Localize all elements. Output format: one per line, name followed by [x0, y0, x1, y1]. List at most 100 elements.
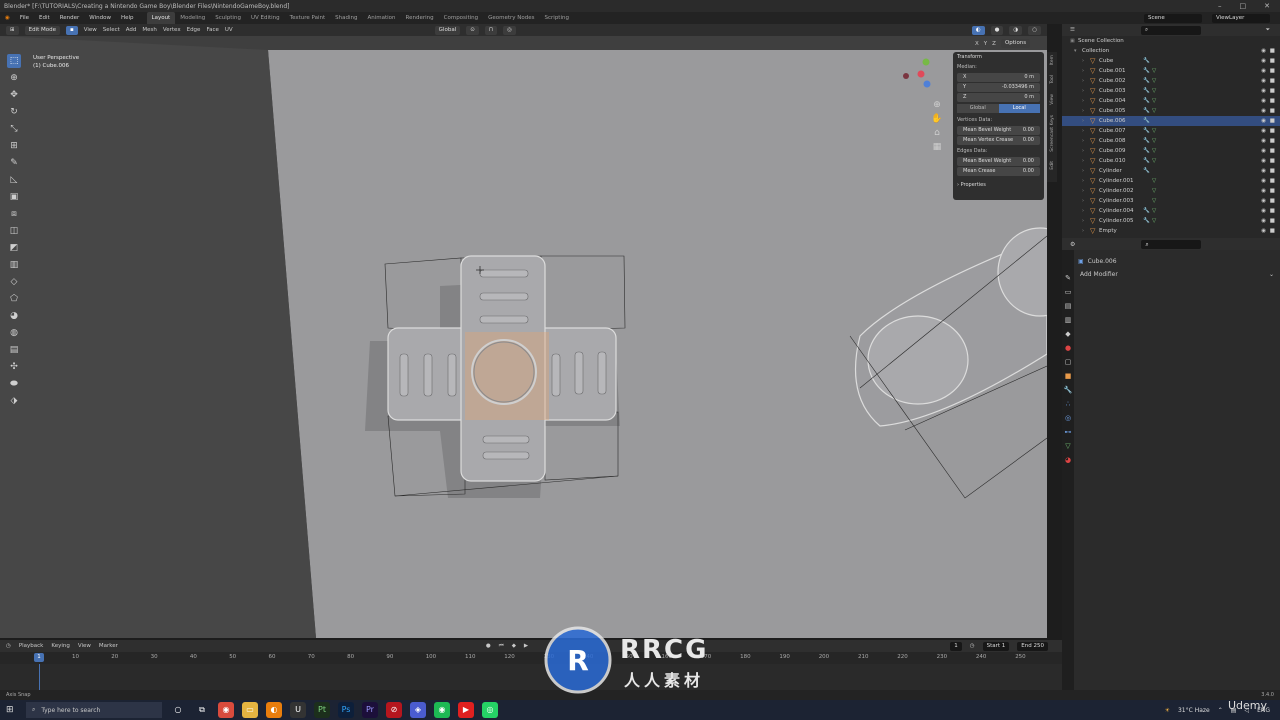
- tab-scripting[interactable]: Scripting: [540, 12, 574, 24]
- mesh-data-icon[interactable]: ▽: [1152, 198, 1161, 204]
- unreal-icon[interactable]: U: [290, 702, 306, 718]
- select-box-icon[interactable]: ⬚: [7, 54, 21, 68]
- tab-geometry-nodes[interactable]: Geometry Nodes: [483, 12, 539, 24]
- expand-chevron-icon[interactable]: ›: [1082, 78, 1090, 84]
- mean-crease-field[interactable]: Mean Crease 0.00: [957, 167, 1040, 176]
- mesh-data-icon[interactable]: ▽: [1152, 208, 1161, 214]
- expand-chevron-icon[interactable]: ›: [1082, 118, 1090, 124]
- menu-playback[interactable]: Playback: [19, 643, 44, 649]
- view-layer-selector[interactable]: ViewLayer: [1212, 13, 1270, 23]
- app-icon-red[interactable]: ⊘: [386, 702, 402, 718]
- data-tab-icon[interactable]: ▽: [1065, 442, 1070, 450]
- visibility-eye-icon[interactable]: ◉: [1261, 58, 1266, 64]
- timeline-editor-icon[interactable]: ◷: [6, 643, 11, 649]
- modifier-icon[interactable]: 🔧: [1143, 118, 1152, 124]
- tab-modeling[interactable]: Modeling: [175, 12, 210, 24]
- close-icon[interactable]: ✕: [1264, 2, 1270, 10]
- visibility-eye-icon[interactable]: ◉: [1261, 178, 1266, 184]
- visibility-eye-icon[interactable]: ◉: [1261, 128, 1266, 134]
- shading-solid-icon[interactable]: ●: [990, 25, 1004, 35]
- outliner-search[interactable]: ⌕: [1140, 25, 1201, 35]
- modifier-icon[interactable]: 🔧: [1143, 218, 1152, 224]
- expand-chevron-icon[interactable]: ›: [1082, 168, 1090, 174]
- menu-marker[interactable]: Marker: [99, 643, 118, 649]
- visibility-eye-icon[interactable]: ◉: [1261, 68, 1266, 74]
- shading-material-icon[interactable]: ◑: [1009, 25, 1023, 35]
- tab-texture-paint[interactable]: Texture Paint: [285, 12, 331, 24]
- expand-chevron-icon[interactable]: ›: [1082, 218, 1090, 224]
- menu-view[interactable]: View: [84, 27, 97, 33]
- transform-header[interactable]: Transform: [953, 52, 1044, 62]
- modifier-icon[interactable]: 🔧: [1143, 158, 1152, 164]
- whatsapp-icon[interactable]: ◎: [482, 702, 498, 718]
- visibility-eye-icon[interactable]: ◉: [1261, 88, 1266, 94]
- render-camera-icon[interactable]: ■: [1270, 178, 1275, 184]
- expand-chevron-icon[interactable]: ›: [1082, 228, 1090, 234]
- menu-edit[interactable]: Edit: [34, 15, 55, 21]
- menu-edge[interactable]: Edge: [187, 27, 201, 33]
- photoshop-icon[interactable]: Ps: [338, 702, 354, 718]
- outliner-item[interactable]: › ▽ Cylinder.002 ▽ ◉ ■: [1062, 186, 1280, 196]
- visibility-eye-icon[interactable]: ◉: [1261, 108, 1266, 114]
- proportional-edit-icon[interactable]: ◎: [503, 25, 516, 35]
- outliner-item[interactable]: › ▽ Cube.001 🔧 ▽ ◉ ■: [1062, 66, 1280, 76]
- material-tab-icon[interactable]: ◕: [1065, 456, 1071, 464]
- visibility-eye-icon[interactable]: ◉: [1261, 188, 1266, 194]
- tab-tool[interactable]: Tool: [1050, 72, 1055, 87]
- orientation-selector[interactable]: Global: [434, 25, 461, 35]
- menu-window[interactable]: Window: [84, 15, 116, 21]
- median-y-field[interactable]: Y -0.033496 m: [957, 83, 1040, 92]
- tab-view[interactable]: View: [1050, 91, 1055, 108]
- tray-chevron-icon[interactable]: ⌃: [1218, 707, 1223, 714]
- tab-uv-editing[interactable]: UV Editing: [246, 12, 285, 24]
- start-frame-field[interactable]: Start 1: [982, 641, 1010, 651]
- outliner-item[interactable]: › ▽ Cube.004 🔧 ▽ ◉ ■: [1062, 96, 1280, 106]
- visibility-eye-icon[interactable]: ◉: [1261, 198, 1266, 204]
- poly-build-icon[interactable]: ⬠: [7, 292, 21, 306]
- object-tab-icon[interactable]: ■: [1065, 372, 1072, 380]
- jump-start-icon[interactable]: ⏮: [499, 643, 504, 650]
- file-explorer-icon[interactable]: ▭: [242, 702, 258, 718]
- pt-icon[interactable]: Pt: [314, 702, 330, 718]
- visibility-eye-icon[interactable]: ◉: [1261, 138, 1266, 144]
- render-camera-icon[interactable]: ■: [1270, 218, 1275, 224]
- mesh-data-icon[interactable]: ▽: [1152, 178, 1161, 184]
- pivot-icon[interactable]: ⊙: [466, 25, 479, 35]
- outliner-item[interactable]: › ▽ Cylinder.004 🔧 ▽ ◉ ■: [1062, 206, 1280, 216]
- visibility-eye-icon[interactable]: ◉: [1261, 228, 1266, 234]
- mesh-data-icon[interactable]: ▽: [1152, 98, 1161, 104]
- mesh-data-icon[interactable]: ▽: [1152, 218, 1161, 224]
- expand-chevron-icon[interactable]: ›: [1082, 58, 1090, 64]
- visibility-eye-icon[interactable]: ◉: [1261, 218, 1266, 224]
- tool-tab-icon[interactable]: ✎: [1065, 274, 1071, 282]
- clock-icon[interactable]: ◷: [970, 643, 975, 649]
- rip-icon[interactable]: ⬗: [7, 394, 21, 408]
- minimize-icon[interactable]: –: [1218, 2, 1222, 10]
- transform-icon[interactable]: ⊞: [7, 139, 21, 153]
- add-cube-icon[interactable]: ▣: [7, 190, 21, 204]
- modifier-icon[interactable]: 🔧: [1143, 78, 1152, 84]
- chrome-icon[interactable]: ◉: [218, 702, 234, 718]
- outliner-item[interactable]: › ▽ Cube.002 🔧 ▽ ◉ ■: [1062, 76, 1280, 86]
- play-icon[interactable]: ▶: [524, 643, 528, 649]
- record-icon[interactable]: ●: [486, 643, 491, 649]
- scale-icon[interactable]: ⤡: [7, 122, 21, 136]
- median-z-field[interactable]: Z0 m: [957, 93, 1040, 102]
- constraints-tab-icon[interactable]: ⊷: [1065, 428, 1072, 436]
- render-camera-icon[interactable]: ■: [1270, 208, 1275, 214]
- mesh-data-icon[interactable]: ▽: [1152, 78, 1161, 84]
- median-x-field[interactable]: X0 m: [957, 73, 1040, 82]
- expand-chevron-icon[interactable]: ›: [1082, 68, 1090, 74]
- youtube-icon[interactable]: ▶: [458, 702, 474, 718]
- collection-row[interactable]: ▾ Collection ◉ ■: [1062, 46, 1280, 56]
- cursor-icon[interactable]: ⊕: [7, 71, 21, 85]
- outliner-item[interactable]: › ▽ Cube.009 🔧 ▽ ◉ ■: [1062, 146, 1280, 156]
- visibility-eye-icon[interactable]: ◉: [1261, 98, 1266, 104]
- modifier-icon[interactable]: 🔧: [1143, 88, 1152, 94]
- filter-icon[interactable]: ⏷: [1266, 27, 1280, 34]
- outliner-item[interactable]: › ▽ Cube.010 🔧 ▽ ◉ ■: [1062, 156, 1280, 166]
- premiere-icon[interactable]: Pr: [362, 702, 378, 718]
- mesh-data-icon[interactable]: ▽: [1152, 138, 1161, 144]
- physics-tab-icon[interactable]: ◎: [1065, 414, 1071, 422]
- collection-tab-icon[interactable]: ▢: [1065, 358, 1072, 366]
